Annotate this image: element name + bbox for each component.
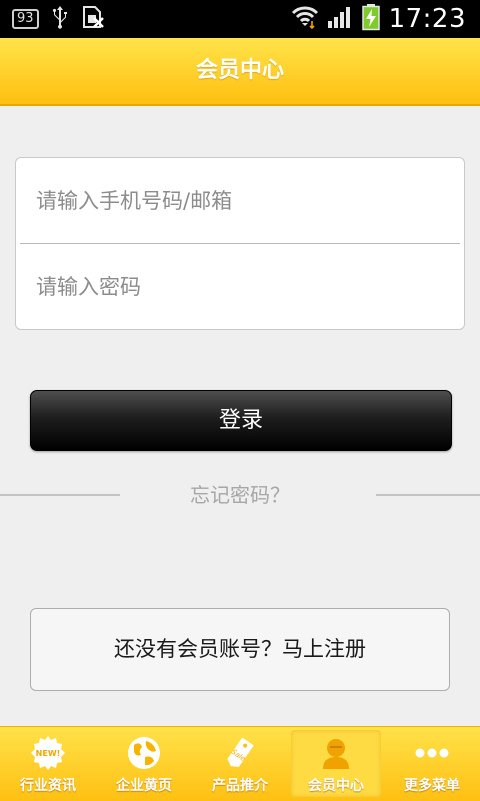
sim-card-icon	[81, 5, 105, 33]
nav-item-yellow-pages[interactable]: 企业黄页	[96, 727, 192, 801]
password-input[interactable]	[34, 273, 438, 300]
status-bar: 93 17:23	[0, 0, 480, 38]
phone-email-input[interactable]	[34, 187, 438, 214]
login-button[interactable]: 登录	[30, 390, 452, 451]
nav-label: 更多菜单	[404, 778, 460, 794]
nav-label: 会员中心	[308, 778, 364, 794]
new-badge-icon: NEW!	[31, 736, 65, 770]
nav-label: 产品推介	[212, 778, 268, 794]
wifi-icon	[291, 5, 319, 33]
phone-email-field[interactable]	[16, 158, 464, 243]
bottom-nav: NEW! 行业资讯 企业黄页 Sale 产品推介 会员中心 更多菜单	[0, 726, 480, 801]
nav-item-product-promo[interactable]: Sale 产品推介	[192, 727, 288, 801]
forgot-password-row: 忘记密码？	[0, 478, 480, 512]
nav-label: 企业黄页	[116, 778, 172, 794]
more-dots-icon	[415, 748, 449, 758]
notification-count-badge: 93	[12, 9, 39, 29]
status-bar-left: 93	[12, 0, 105, 38]
signal-icon	[327, 5, 353, 33]
nav-item-member-center[interactable]: 会员中心	[288, 727, 384, 801]
battery-charging-icon	[361, 3, 381, 35]
globe-icon	[128, 737, 160, 769]
register-button[interactable]: 还没有会员账号？马上注册	[30, 608, 450, 691]
nav-item-industry-news[interactable]: NEW! 行业资讯	[0, 727, 96, 801]
nav-item-more-menu[interactable]: 更多菜单	[384, 727, 480, 801]
password-field[interactable]	[16, 244, 464, 329]
sale-tag-icon: Sale	[227, 737, 254, 767]
user-icon	[323, 739, 349, 769]
app-header: 会员中心	[0, 38, 480, 106]
usb-icon	[51, 5, 69, 33]
svg-text:NEW!: NEW!	[36, 749, 61, 758]
page-title: 会员中心	[195, 58, 284, 83]
login-form	[15, 157, 465, 330]
status-clock: 17:23	[388, 4, 466, 34]
nav-label: 行业资讯	[20, 778, 76, 794]
forgot-divider-right	[376, 494, 480, 496]
status-bar-right: 17:23	[291, 0, 466, 38]
